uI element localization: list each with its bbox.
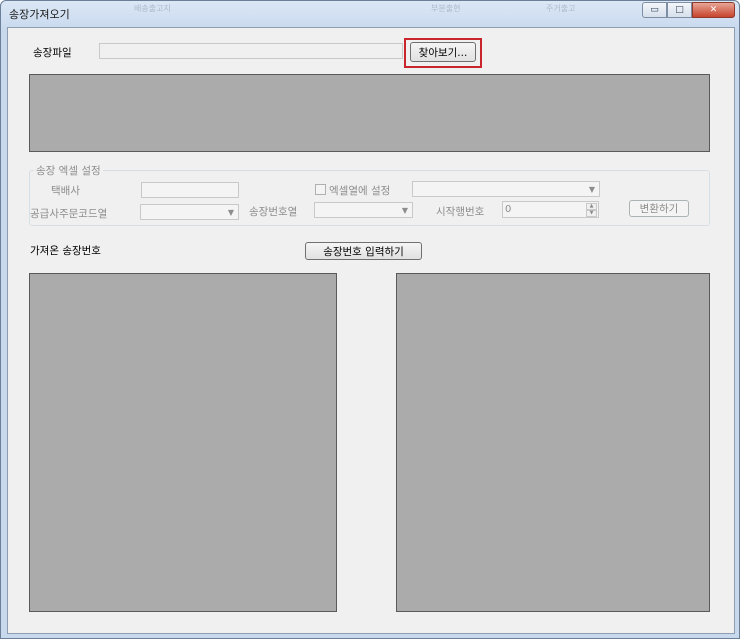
courier-label: 택배사	[51, 185, 80, 197]
imported-invoice-label: 가져온 송장번호	[30, 245, 101, 257]
courier-field[interactable]	[141, 182, 239, 198]
file-preview-panel[interactable]	[29, 74, 710, 152]
excel-column-checkbox-label: 엑셀열에 설정	[329, 185, 391, 197]
excel-column-checkbox[interactable]	[315, 184, 326, 195]
minimize-button[interactable]: ▭	[642, 2, 667, 18]
invoice-number-column-combo[interactable]: ▼	[314, 202, 413, 218]
invoice-result-list[interactable]	[396, 273, 710, 612]
close-icon: ✕	[709, 5, 718, 15]
window-title: 송장가져오기	[9, 8, 70, 21]
client-area: 송장파일 찾아보기... 송장 엑셀 설정 택배사 엑셀열에 설정 ▼ 공급사주…	[7, 27, 735, 634]
maximize-button[interactable]: □	[667, 2, 692, 18]
title-bar[interactable]: 송장가져오기 배송출고지 부분출현 주거출고 ▭ □ ✕	[1, 1, 739, 27]
input-invoice-button[interactable]: 송장번호 입력하기	[305, 242, 422, 260]
minimize-icon: ▭	[650, 5, 659, 15]
invoice-number-column-label: 송장번호열	[249, 206, 298, 218]
start-row-value: 0	[505, 204, 512, 215]
excel-settings-title: 송장 엑셀 설정	[34, 163, 103, 178]
chevron-down-icon: ▼	[588, 185, 595, 194]
background-caption: 부분출현	[431, 4, 461, 13]
chevron-down-icon: ▼	[401, 206, 408, 215]
app-window: 송장가져오기 배송출고지 부분출현 주거출고 ▭ □ ✕ 송장파일 찾아보기..…	[0, 0, 740, 639]
start-row-label: 시작행번호	[436, 206, 485, 218]
supplier-order-code-label: 공급사주문코드열	[30, 208, 108, 220]
maximize-icon: □	[675, 5, 684, 15]
imported-invoice-list[interactable]	[29, 273, 337, 612]
convert-button[interactable]: 변환하기	[629, 200, 689, 217]
file-label: 송장파일	[33, 47, 72, 59]
excel-column-combo[interactable]: ▼	[412, 181, 600, 197]
start-row-spinner[interactable]: 0 ▲ ▼	[502, 201, 599, 218]
file-path-field[interactable]	[99, 43, 403, 59]
window-controls: ▭ □ ✕	[642, 2, 735, 18]
background-caption: 배송출고지	[134, 4, 171, 13]
spin-down-icon[interactable]: ▼	[586, 210, 597, 217]
browse-button[interactable]: 찾아보기...	[410, 42, 476, 62]
supplier-order-code-combo[interactable]: ▼	[140, 204, 239, 220]
close-button[interactable]: ✕	[692, 2, 735, 18]
background-caption: 주거출고	[546, 4, 576, 13]
chevron-down-icon: ▼	[227, 208, 234, 217]
